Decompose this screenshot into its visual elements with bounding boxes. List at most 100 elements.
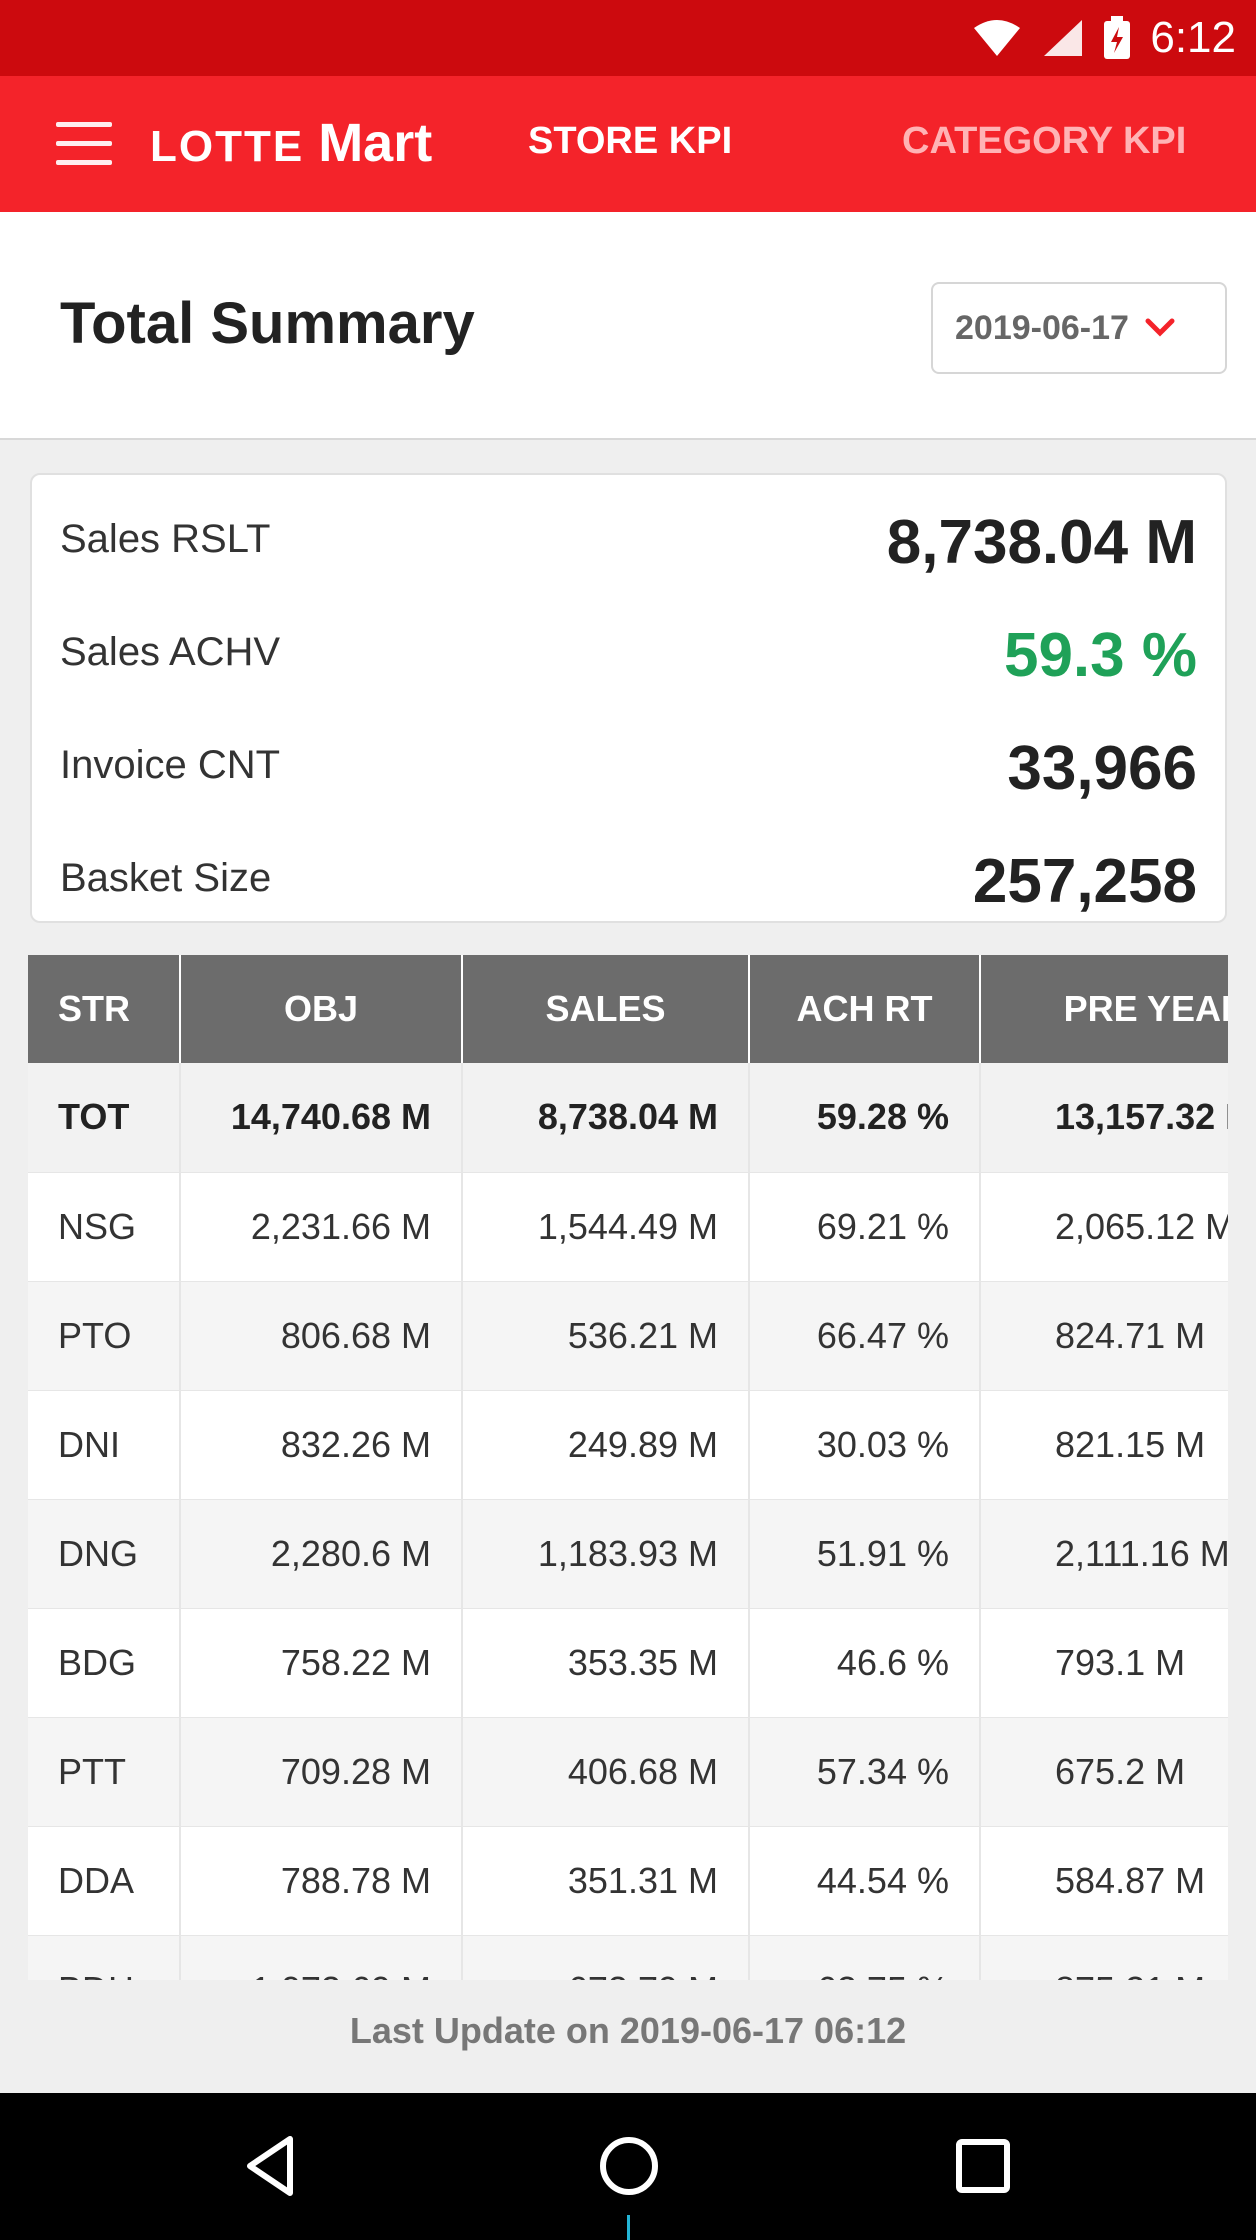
table-cell: 788.78 M <box>180 1826 463 1936</box>
table-cell: 758.22 M <box>180 1608 463 1718</box>
recent-square-icon[interactable] <box>950 2133 1016 2199</box>
col-header-str[interactable]: STR <box>28 955 181 1063</box>
table-cell: BDG <box>28 1608 181 1718</box>
wifi-icon <box>974 20 1021 56</box>
table-cell: DNG <box>28 1499 181 1609</box>
table-cell: 2,280.6 M <box>180 1499 463 1609</box>
table-cell: 536.21 M <box>462 1281 750 1391</box>
kpi-label: Sales ACHV <box>60 630 281 674</box>
table-header-row: STR OBJ SALES ACH RT PRE YEAR <box>28 955 1228 1063</box>
col-header-pre-year[interactable]: PRE YEAR <box>980 955 1228 1063</box>
status-bar: 6:12 <box>0 0 1256 76</box>
store-table-scroll[interactable]: STR OBJ SALES ACH RT PRE YEAR TOT14,740.… <box>28 955 1228 1980</box>
table-cell: PTT <box>28 1717 181 1827</box>
table-cell: 824.71 M <box>980 1281 1228 1391</box>
table-cell: 30.03 % <box>749 1390 981 1500</box>
table-cell: 14,740.68 M <box>180 1063 463 1173</box>
kpi-row-sales-achv: Sales ACHV 59.3 % <box>32 600 1225 710</box>
table-row[interactable]: DNI 832.26 M 249.89 M 30.03 % 821.15 M <box>28 1390 1228 1500</box>
system-nav-bar <box>0 2093 1256 2240</box>
table-cell: 46.6 % <box>749 1608 981 1718</box>
kpi-row-basket-size: Basket Size 257,258 <box>32 826 1225 936</box>
table-row[interactable]: BDG 758.22 M 353.35 M 46.6 % 793.1 M <box>28 1608 1228 1718</box>
table-body: TOT 14,740.68 M 8,738.04 M 59.28 % 13,157.32… <box>28 1063 1228 1980</box>
kpi-label: Basket Size <box>60 856 272 900</box>
table-cell: DNI <box>28 1390 181 1500</box>
table-row-total[interactable]: TOT 14,740.68 M 8,738.04 M 59.28 % 13,157.32… <box>28 1063 1228 1173</box>
table-cell: 8,738.04 M <box>462 1063 750 1173</box>
status-icons: 6:12 <box>972 0 1236 76</box>
logo-text-lotte: LOTTE <box>150 122 305 171</box>
battery-charging-icon <box>1104 16 1131 59</box>
table-cell: TOT <box>28 1063 181 1173</box>
table-cell: 51.91 % <box>749 1499 981 1609</box>
table-cell: 353.35 M <box>462 1608 750 1718</box>
table-cell: PTO <box>28 1281 181 1391</box>
table-row[interactable]: PTO 806.68 M 536.21 M 66.47 % 824.71 M <box>28 1281 1228 1391</box>
page-title: Total Summary <box>60 291 475 356</box>
table-cell: 44.54 % <box>749 1826 981 1936</box>
back-triangle-icon[interactable] <box>240 2133 306 2199</box>
table-cell: 832.26 M <box>180 1390 463 1500</box>
app-bar: LOTTE Mart STORE KPI CATEGORY KPI <box>0 76 1256 212</box>
col-header-obj[interactable]: OBJ <box>180 955 463 1063</box>
table-cell: DDA <box>28 1826 181 1936</box>
home-circle-icon[interactable] <box>596 2133 662 2199</box>
table-cell: 1,073.69 M <box>180 1935 463 1980</box>
kpi-value: 257,258 <box>972 847 1197 916</box>
kpi-label: Invoice CNT <box>60 743 281 787</box>
col-header-ach-rt[interactable]: ACH RT <box>749 955 981 1063</box>
table-cell: 584.87 M <box>980 1826 1228 1936</box>
tab-store-kpi[interactable]: STORE KPI <box>528 120 732 163</box>
table-cell: 806.68 M <box>180 1281 463 1391</box>
table-cell: 793.1 M <box>980 1608 1228 1718</box>
hamburger-icon[interactable] <box>56 122 112 166</box>
kpi-row-invoice-cnt: Invoice CNT 33,966 <box>32 713 1225 823</box>
table-cell: 2,065.12 M <box>980 1172 1228 1282</box>
last-update-text: Last Update on 2019-06-17 06:12 <box>349 2010 907 2051</box>
table-cell: 709.28 M <box>180 1717 463 1827</box>
logo-text-mart: Mart <box>318 113 433 173</box>
table-cell: 2,231.66 M <box>180 1172 463 1282</box>
table-cell: 1,183.93 M <box>462 1499 750 1609</box>
table-cell: 673.79 M <box>462 1935 750 1980</box>
table-cell: 351.31 M <box>462 1826 750 1936</box>
table-row[interactable]: DNG 2,280.6 M 1,183.93 M 51.91 % 2,111.16 M <box>28 1499 1228 1609</box>
store-table: STR OBJ SALES ACH RT PRE YEAR TOT14,740.… <box>28 955 1228 1980</box>
table-row[interactable]: DDA 788.78 M 351.31 M 44.54 % 584.87 M <box>28 1826 1228 1936</box>
col-header-sales[interactable]: SALES <box>462 955 750 1063</box>
kpi-value: 33,966 <box>1007 734 1197 803</box>
table-cell: 675.2 M <box>980 1717 1228 1827</box>
kpi-value: 59.3 % <box>1003 621 1197 690</box>
table-cell: 406.68 M <box>462 1717 750 1827</box>
summary-header: Total Summary 2019-06-17 <box>0 212 1256 440</box>
kpi-value: 8,738.04 M <box>886 508 1197 577</box>
table-cell: 62.75 % <box>749 1935 981 1980</box>
lotte-mart-logo: LOTTE Mart <box>150 112 432 176</box>
status-clock: 6:12 <box>1150 13 1236 62</box>
table-cell: 57.34 % <box>749 1717 981 1827</box>
table-row[interactable]: BDH1,073.69 M673.79 M62.75 %875.21 M <box>28 1935 1228 1980</box>
table-cell: 13,157.32 M <box>980 1063 1228 1173</box>
chevron-down-icon <box>1145 318 1175 337</box>
table-row[interactable]: NSG 2,231.66 M 1,544.49 M 69.21 % 2,065.12 M <box>28 1172 1228 1282</box>
table-row[interactable]: PTT 709.28 M 406.68 M 57.34 % 675.2 M <box>28 1717 1228 1827</box>
date-dropdown[interactable]: 2019-06-17 <box>931 282 1227 374</box>
kpi-row-sales-rslt: Sales RSLT 8,738.04 M <box>32 487 1225 597</box>
tab-category-kpi[interactable]: CATEGORY KPI <box>902 120 1186 163</box>
table-cell: 875.21 M <box>980 1935 1228 1980</box>
table-cell: 2,111.16 M <box>980 1499 1228 1609</box>
table-cell: BDH <box>28 1935 181 1980</box>
table-cell: NSG <box>28 1172 181 1282</box>
table-cell: 821.15 M <box>980 1390 1228 1500</box>
signal-icon <box>1044 20 1083 56</box>
nav-indicator <box>627 2215 630 2240</box>
table-cell: 66.47 % <box>749 1281 981 1391</box>
table-cell: 69.21 % <box>749 1172 981 1282</box>
table-cell: 59.28 % <box>749 1063 981 1173</box>
table-cell: 1,544.49 M <box>462 1172 750 1282</box>
kpi-label: Sales RSLT <box>60 517 271 561</box>
date-value: 2019-06-17 <box>955 308 1129 347</box>
table-cell: 249.89 M <box>462 1390 750 1500</box>
kpi-card: Sales RSLT 8,738.04 M Sales ACHV 59.3 % … <box>30 473 1227 923</box>
